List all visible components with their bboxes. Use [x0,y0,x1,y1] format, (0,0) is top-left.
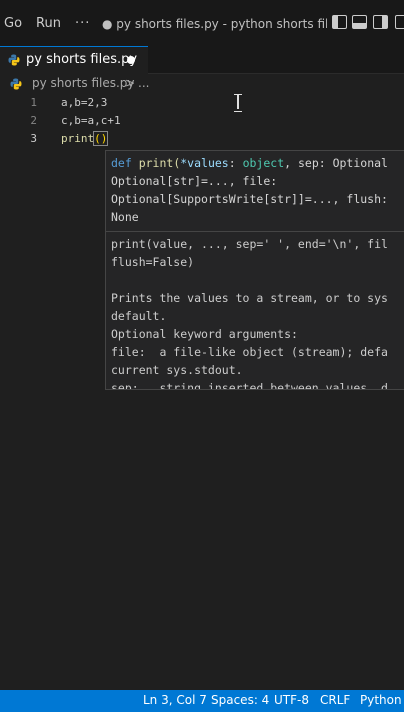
toggle-secondary-sidebar-icon[interactable] [373,15,388,29]
doc-line: file: a file-like object (stream); defa [111,345,388,359]
tab-bar: py shorts files.py [0,46,404,74]
doc-line: default. [111,309,167,323]
line-number: 3 [30,132,37,145]
doc-line: sep: string inserted between values, d [111,381,388,390]
signature-line: Optional[SupportsWrite[str]]=..., flush: [111,192,388,206]
doc-line: flush=False) [111,255,195,269]
doc-line: current sys.stdout. [111,363,243,377]
code-text[interactable]: c,b=a,c+1 [61,112,121,130]
cursor-position[interactable]: Ln 3, Col 7 [143,693,207,707]
doc-line: Optional keyword arguments: [111,327,298,341]
indentation-setting[interactable]: Spaces: 4 [211,693,269,707]
signature-line: def print(*values: object, sep: Optional [111,156,388,170]
line-number: 1 [30,96,37,109]
line-ending[interactable]: CRLF [320,693,350,707]
function-signature: def print(*values: object, sep: Optional… [111,154,404,226]
breadcrumb-symbols[interactable]: ... [138,76,149,90]
bottom-edge [0,712,404,720]
file-encoding[interactable]: UTF-8 [274,693,309,707]
tab-label: py shorts files.py [26,52,138,67]
signature-line: Optional[str]=..., file: [111,174,278,188]
title-bar: Go Run ··· ● py shorts files.py - python… [0,0,404,46]
code-text[interactable]: print() [61,130,109,148]
menu-more-icon[interactable]: ··· [75,16,90,31]
window-title: ● py shorts files.py - python shorts fil… [102,17,327,31]
doc-line [111,271,404,289]
toggle-primary-sidebar-icon[interactable] [332,15,347,29]
python-file-icon [8,54,20,66]
code-line[interactable]: 1 a,b=2,3 [0,94,404,112]
chevron-right-icon: > [125,76,136,90]
signature-line: None [111,210,139,224]
language-mode[interactable]: Python [360,693,402,707]
signature-hover-popup[interactable]: def print(*values: object, sep: Optional… [105,150,404,390]
code-text[interactable]: a,b=2,3 [61,94,107,112]
editor-tab-active[interactable]: py shorts files.py [0,46,148,74]
python-file-icon [10,78,22,90]
unsaved-dot-icon[interactable] [127,56,135,64]
function-name: print [61,132,95,145]
code-line[interactable]: 2 c,b=a,c+1 [0,112,404,130]
doc-line: Prints the values to a stream, or to sys [111,291,388,305]
doc-line: print(value, ..., sep=' ', end='\n', fil [111,237,388,251]
text-cursor-icon [234,94,242,112]
breadcrumb-file[interactable]: py shorts files.py [32,76,135,90]
status-bar: Ln 3, Col 7 Spaces: 4 UTF-8 CRLF Python [0,690,404,712]
docstring: print(value, ..., sep=' ', end='\n', fil… [111,235,404,390]
toggle-panel-icon[interactable] [352,15,367,29]
menu-run[interactable]: Run [36,16,61,31]
menu-go[interactable]: Go [4,16,22,31]
customize-layout-icon[interactable] [395,15,404,29]
matched-brackets: () [93,131,109,146]
line-number: 2 [30,114,37,127]
code-line-current[interactable]: 3 print() [0,130,404,148]
popup-divider [106,231,404,232]
